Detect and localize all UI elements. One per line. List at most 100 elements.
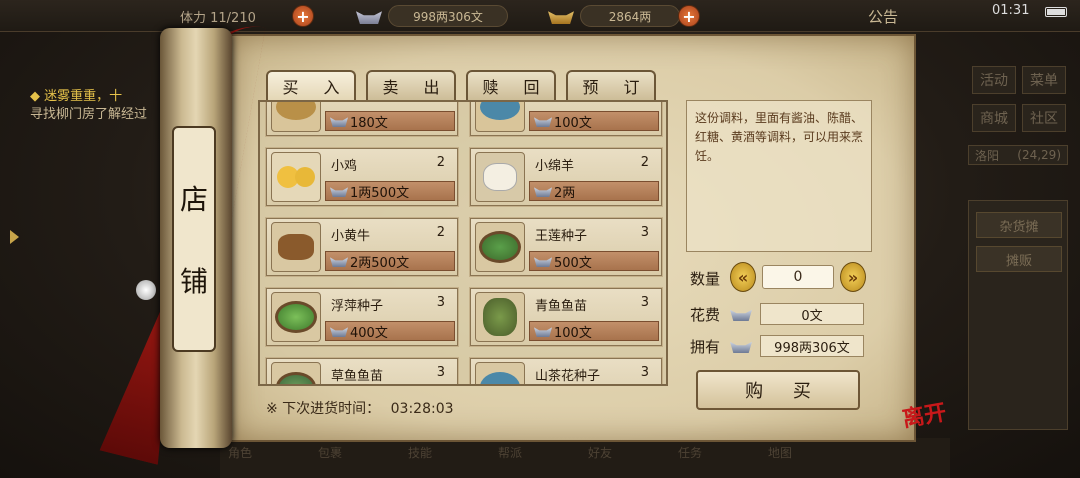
restock-label: ※ 下次进货时间：: [266, 401, 381, 417]
dock-task[interactable]: 任务: [678, 444, 702, 461]
item-qty: 3: [640, 365, 649, 380]
dock-friend[interactable]: 好友: [588, 444, 612, 461]
item-description: 这份调料，里面有酱油、陈醋、红糖、黄酒等调料，可以用来烹饪。: [686, 100, 872, 252]
quantity-label: 数量: [690, 270, 721, 288]
list-item[interactable]: 王莲种子 3 500文: [470, 218, 662, 276]
restock-time: 03:28:03: [390, 401, 454, 417]
silver-ingot-icon: [356, 11, 382, 24]
item-price: 180文: [325, 111, 455, 131]
camellia-seed-icon: [475, 362, 525, 384]
fish-fry-icon: [271, 362, 321, 384]
item-name: 小鸡: [331, 159, 358, 174]
item-qty: 3: [640, 295, 649, 310]
stamina-display: 体力 11/210: [180, 5, 256, 27]
top-bar: 体力 11/210 + 998两306文 2864两 + 公告 01:31: [0, 0, 1080, 32]
item-qty: 3: [436, 365, 445, 380]
item-thumb: [271, 102, 321, 132]
item-price: 1两500文: [325, 181, 455, 201]
silver-ingot-icon: [534, 117, 552, 127]
increase-quantity-button[interactable]: »: [840, 262, 866, 292]
list-item[interactable]: 浮萍种子 3 400文: [266, 288, 458, 346]
item-price: 2两: [529, 181, 659, 201]
gold-ingot-icon: [548, 11, 574, 24]
lotus-seed-icon: [475, 222, 525, 272]
quantity-input[interactable]: 0: [762, 265, 834, 289]
list-item[interactable]: 小黄牛 2 2两500文: [266, 218, 458, 276]
silver-ingot-icon: [534, 187, 552, 197]
cost-value: 0文: [760, 303, 864, 325]
dock-role[interactable]: 角色: [228, 444, 252, 461]
list-item[interactable]: 山茶花种子 3: [470, 358, 662, 384]
decrease-quantity-button[interactable]: «: [730, 262, 756, 292]
item-price: 500文: [529, 251, 659, 271]
item-price: 2两500文: [325, 251, 455, 271]
item-name: 青鱼鱼苗: [535, 299, 588, 314]
activity-button[interactable]: 活动: [972, 66, 1016, 94]
menu-button[interactable]: 菜单: [1022, 66, 1066, 94]
silver-ingot-icon: [330, 187, 348, 197]
quest-title: ◆ 迷雾重重，十: [30, 89, 123, 104]
plus-icon: +: [292, 5, 314, 27]
tab-reserve[interactable]: 预 订: [566, 70, 656, 100]
silver-ingot-icon: [330, 117, 348, 127]
dock-skill[interactable]: 技能: [408, 444, 432, 461]
owned-label: 拥有: [690, 338, 721, 356]
buy-button[interactable]: 购 买: [696, 370, 860, 410]
notice-button[interactable]: 公告: [868, 6, 898, 27]
item-list[interactable]: 180文 100文 小鸡 2 1两500文 小绵羊 2 2两 小黄牛 2 2两5…: [258, 100, 668, 386]
stamina-text: 体力 11/210: [180, 10, 256, 26]
silver-amount: 998两306文: [388, 5, 508, 27]
quest-tracker[interactable]: ◆ 迷雾重重，十 寻找柳门房了解经过: [30, 88, 160, 124]
item-name: 山茶花种子: [535, 369, 601, 384]
expand-arrow-icon[interactable]: [10, 230, 19, 244]
item-name: 浮萍种子: [331, 299, 384, 314]
list-item[interactable]: 青鱼鱼苗 3 100文: [470, 288, 662, 346]
chevron-left-icon: «: [737, 267, 749, 287]
owned-value: 998两306文: [760, 335, 864, 357]
silver-ingot-icon: [534, 257, 552, 267]
shop-title: 店 铺: [172, 126, 216, 352]
dock-map[interactable]: 地图: [768, 444, 792, 461]
gold-display: 2864两: [548, 5, 680, 27]
silver-ingot-icon: [330, 257, 348, 267]
dock-guild[interactable]: 帮派: [498, 444, 522, 461]
plus-icon: +: [678, 5, 700, 27]
vendor-button[interactable]: 摊贩: [976, 246, 1062, 272]
chevron-right-icon: »: [847, 267, 859, 287]
list-item[interactable]: 100文: [470, 102, 662, 136]
dock-bag[interactable]: 包裹: [318, 444, 342, 461]
list-item[interactable]: 小鸡 2 1两500文: [266, 148, 458, 206]
item-qty: 2: [640, 155, 649, 170]
tab-buy[interactable]: 买 入: [266, 70, 356, 100]
location-name: 洛阳: [975, 148, 1000, 163]
add-gold-button[interactable]: +: [678, 5, 700, 27]
item-qty: 2: [436, 225, 445, 240]
tab-redeem[interactable]: 赎 回: [466, 70, 556, 100]
tab-sell[interactable]: 卖 出: [366, 70, 456, 100]
item-name: 草鱼鱼苗: [331, 369, 384, 384]
bead-icon: [136, 280, 156, 300]
gold-amount: 2864两: [580, 5, 680, 27]
add-stamina-button[interactable]: +: [292, 5, 314, 27]
item-name: 王莲种子: [535, 229, 588, 244]
chick-icon: [271, 152, 321, 202]
item-qty: 2: [436, 155, 445, 170]
item-name: 小绵羊: [535, 159, 575, 174]
cow-icon: [271, 222, 321, 272]
quest-body: 寻找柳门房了解经过: [30, 107, 148, 122]
community-button[interactable]: 社区: [1022, 104, 1066, 132]
shop-title-char-2: 铺: [179, 265, 208, 298]
silver-ingot-icon: [330, 327, 348, 337]
duckweed-seed-icon: [271, 292, 321, 342]
list-item[interactable]: 180文: [266, 102, 458, 136]
restock-timer: ※ 下次进货时间： 03:28:03: [266, 398, 454, 418]
item-thumb: [475, 102, 525, 132]
location-coords: (24,29): [1017, 148, 1061, 162]
silver-display: 998两306文: [356, 5, 508, 27]
cost-label: 花费: [690, 306, 721, 324]
list-item[interactable]: 小绵羊 2 2两: [470, 148, 662, 206]
list-item[interactable]: 草鱼鱼苗 3: [266, 358, 458, 384]
mall-button[interactable]: 商城: [972, 104, 1016, 132]
clock: 01:31: [992, 3, 1030, 18]
stall-market-button[interactable]: 杂货摊: [976, 212, 1062, 238]
